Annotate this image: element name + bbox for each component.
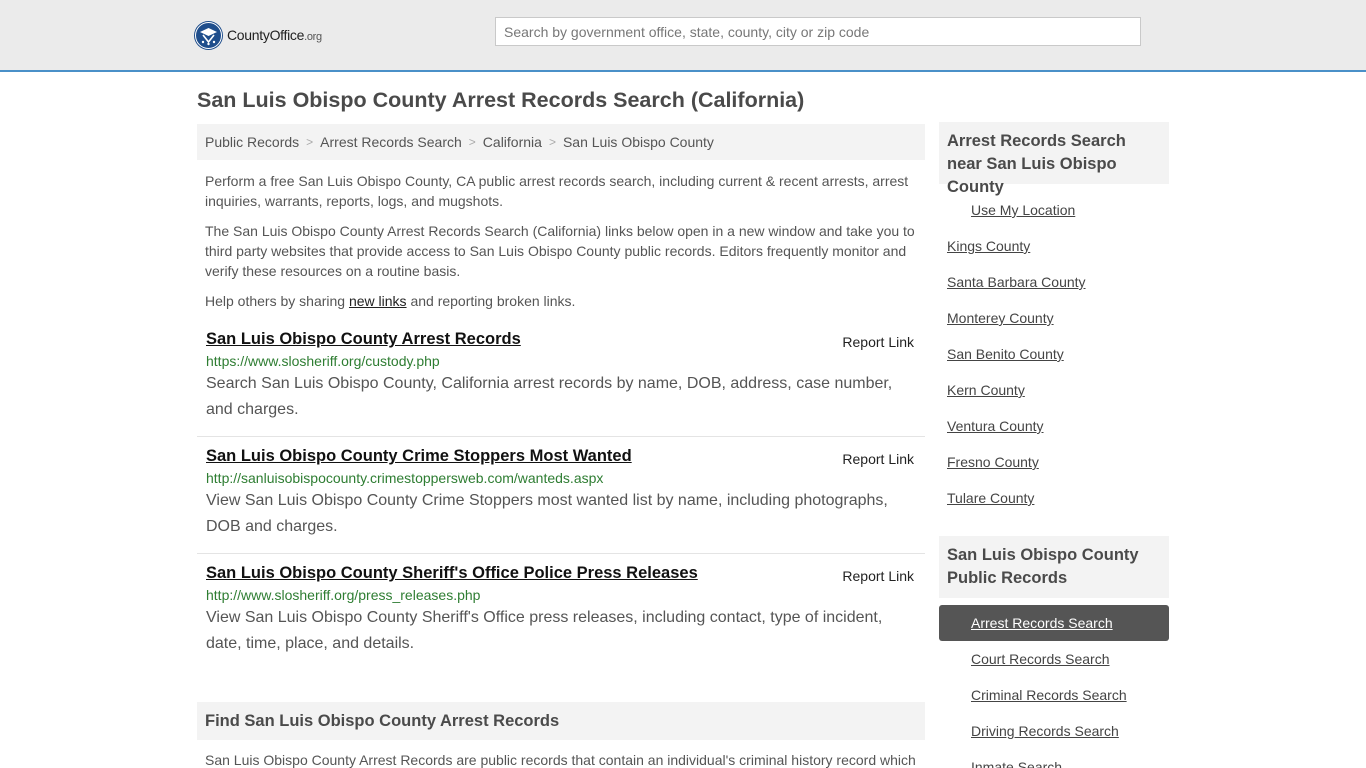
nav-criminal-records-search[interactable]: Criminal Records Search xyxy=(971,687,1127,703)
record-description: Search San Luis Obispo County, Californi… xyxy=(206,375,893,418)
page-title: San Luis Obispo County Arrest Records Se… xyxy=(197,88,805,112)
nearby-county-link[interactable]: Santa Barbara County xyxy=(947,274,1086,290)
record-title-link[interactable]: San Luis Obispo County Sheriff's Office … xyxy=(206,564,698,583)
nav-arrest-records-search[interactable]: Arrest Records Search xyxy=(971,615,1113,631)
chevron-right-icon: > xyxy=(468,135,476,149)
nearby-county-link[interactable]: Fresno County xyxy=(947,454,1039,470)
record-description: View San Luis Obispo County Sheriff's Of… xyxy=(206,609,883,652)
use-my-location-link[interactable]: Use My Location xyxy=(971,202,1075,218)
record-item: San Luis Obispo County Sheriff's Office … xyxy=(197,564,925,657)
breadcrumb-arrest-records-search[interactable]: Arrest Records Search xyxy=(320,134,462,150)
chevron-right-icon: > xyxy=(306,135,314,149)
breadcrumb: Public Records > Arrest Records Search >… xyxy=(197,124,925,160)
chevron-right-icon: > xyxy=(548,135,556,149)
site-header: CountyOffice.org xyxy=(0,0,1366,72)
logo-wordmark: CountyOffice.org xyxy=(227,27,322,43)
share-links-paragraph: Help others by sharing new links and rep… xyxy=(205,293,576,309)
record-item: San Luis Obispo County Crime Stoppers Mo… xyxy=(197,447,925,540)
record-title-link[interactable]: San Luis Obispo County Arrest Records xyxy=(206,330,521,349)
nearby-county-link[interactable]: San Benito County xyxy=(947,346,1064,362)
record-title-link[interactable]: San Luis Obispo County Crime Stoppers Mo… xyxy=(206,447,632,466)
record-description: View San Luis Obispo County Crime Stoppe… xyxy=(206,492,888,535)
nearby-county-link[interactable]: Monterey County xyxy=(947,310,1054,326)
breadcrumb-public-records[interactable]: Public Records xyxy=(205,134,299,150)
site-logo[interactable]: CountyOffice.org xyxy=(194,20,322,50)
county-seal-icon xyxy=(194,20,223,50)
search-input[interactable] xyxy=(495,17,1141,46)
intro-text: Perform a free San Luis Obispo County, C… xyxy=(205,171,921,321)
record-item: San Luis Obispo County Arrest Records Re… xyxy=(197,330,925,423)
report-link-button[interactable]: Report Link xyxy=(842,451,914,467)
record-url: https://www.slosheriff.org/custody.php xyxy=(206,353,440,369)
nav-court-records-search[interactable]: Court Records Search xyxy=(971,651,1110,667)
divider xyxy=(197,436,925,437)
nav-inmate-search[interactable]: Inmate Search xyxy=(971,759,1062,768)
breadcrumb-california[interactable]: California xyxy=(483,134,542,150)
intro-paragraph: The San Luis Obispo County Arrest Record… xyxy=(205,223,915,279)
nav-driving-records-search[interactable]: Driving Records Search xyxy=(971,723,1119,739)
intro-paragraph: Perform a free San Luis Obispo County, C… xyxy=(205,173,909,209)
new-links-link[interactable]: new links xyxy=(349,293,407,309)
report-link-button[interactable]: Report Link xyxy=(842,568,914,584)
record-url: http://www.slosheriff.org/press_releases… xyxy=(206,587,481,603)
find-records-heading: Find San Luis Obispo County Arrest Recor… xyxy=(197,702,925,740)
record-url: http://sanluisobispocounty.crimestoppers… xyxy=(206,470,604,486)
nearby-county-link[interactable]: Tulare County xyxy=(947,490,1034,506)
breadcrumb-county[interactable]: San Luis Obispo County xyxy=(563,134,714,150)
nearby-county-link[interactable]: Kern County xyxy=(947,382,1025,398)
nearby-county-link[interactable]: Kings County xyxy=(947,238,1030,254)
find-records-text: San Luis Obispo County Arrest Records ar… xyxy=(205,752,916,768)
public-records-heading: San Luis Obispo County Public Records xyxy=(939,536,1169,598)
nearby-county-link[interactable]: Ventura County xyxy=(947,418,1044,434)
divider xyxy=(197,553,925,554)
nearby-heading: Arrest Records Search near San Luis Obis… xyxy=(939,122,1169,196)
report-link-button[interactable]: Report Link xyxy=(842,334,914,350)
